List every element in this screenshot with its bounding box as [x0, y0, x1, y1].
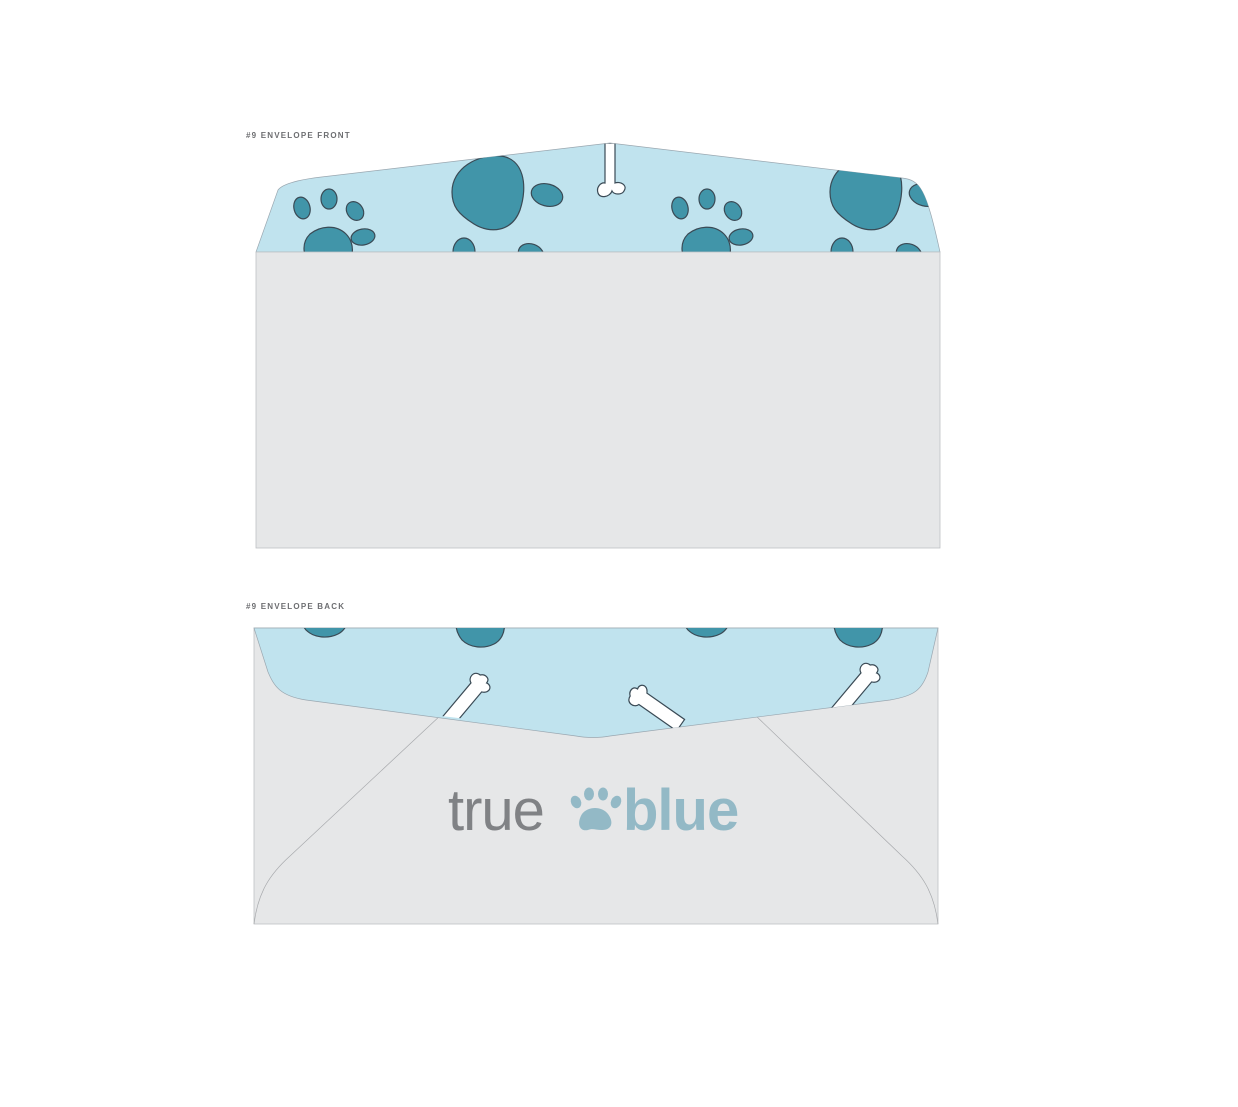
- logo-word-blue: blue: [623, 778, 738, 843]
- envelope-back-caption: #9 ENVELOPE BACK: [246, 602, 346, 611]
- envelope-back: true blue: [253, 627, 939, 925]
- envelope-front: [255, 142, 941, 549]
- envelope-front-body: [255, 251, 941, 549]
- logo-word-true: true: [448, 778, 544, 843]
